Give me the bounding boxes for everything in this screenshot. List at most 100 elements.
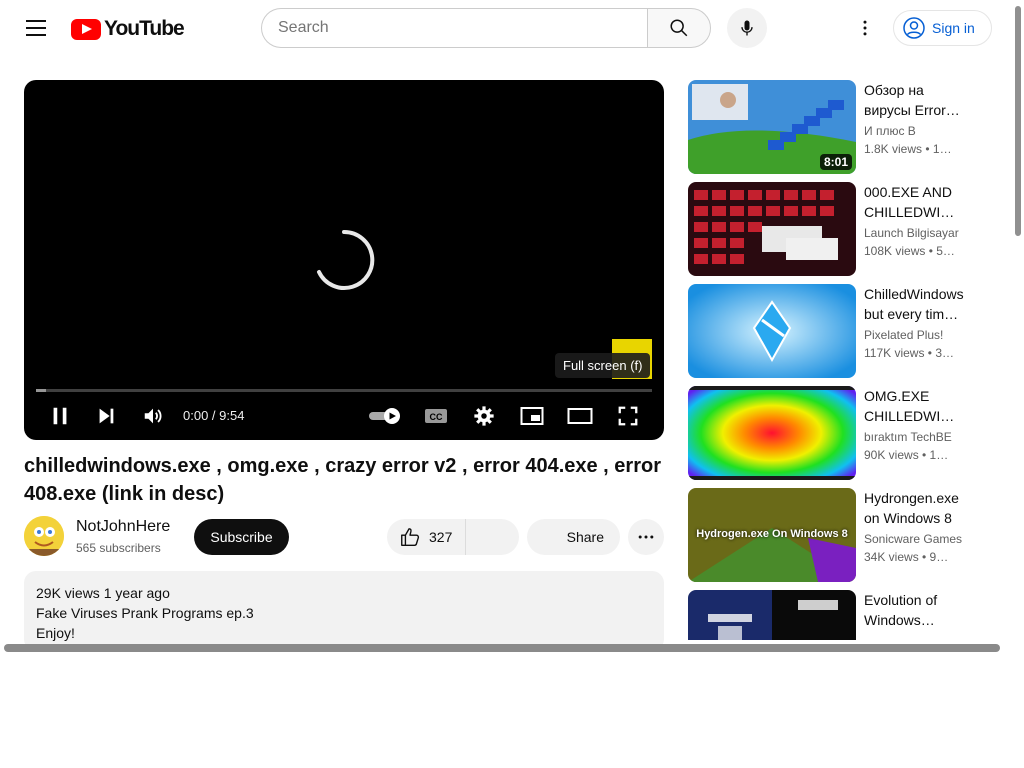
video-info: 000.EXE AND CHILLEDWI… Launch Bilgisayar… [864,182,968,260]
video-player[interactable]: Full screen (f) 0:00 / 9:54 CC [24,80,664,440]
account-icon [903,17,925,39]
sign-in-button[interactable]: Sign in [893,10,992,46]
description-box[interactable]: 29K views 1 year ago Fake Viruses Prank … [24,571,664,651]
video-thumbnail[interactable] [688,182,856,276]
search-button[interactable] [647,8,711,48]
video-thumbnail[interactable]: Hydrogen.exe On Windows 8 [688,488,856,582]
video-info: Evolution of Windows… [864,590,968,630]
dislike-button[interactable] [466,519,518,555]
search-icon [670,19,688,37]
autoplay-toggle[interactable] [366,400,404,432]
sign-in-label: Sign in [932,20,975,36]
recommended-channel-name[interactable]: Launch Bilgisayar [864,224,968,242]
closed-captions-icon: CC [425,409,447,423]
video-thumbnail[interactable]: 8:01 [688,80,856,174]
pause-button[interactable] [42,400,78,432]
gear-icon [474,406,494,426]
theater-mode-button[interactable] [562,400,598,432]
settings-button[interactable] [466,400,502,432]
video-thumbnail[interactable] [688,386,856,480]
fullscreen-icon [618,406,638,426]
menu-icon-bar [26,20,46,22]
mute-button[interactable] [135,400,171,432]
channel-name-link[interactable]: NotJohnHere [76,518,170,536]
logo-text: YouTube [104,17,185,40]
time-display: 0:00 / 9:54 [183,408,245,423]
player-controls: 0:00 / 9:54 CC [24,396,664,436]
recommended-video[interactable]: Evolution of Windows… [688,590,998,640]
like-count: 327 [429,529,453,545]
like-button[interactable]: 327 [387,519,466,555]
video-info: OMG.EXE CHILLEDWI… bıraktım TechBE 90K v… [864,386,968,464]
recommended-channel-name[interactable]: И плюс В [864,122,968,140]
volume-icon [144,408,162,424]
thumbnail-image [688,386,856,480]
menu-icon-bar [26,27,46,29]
video-title: chilledwindows.exe , omg.exe , crazy err… [24,455,661,505]
recommended-video-title[interactable]: Обзор на вирусы Error… [864,80,968,120]
skip-next-icon [99,408,114,424]
recommended-video[interactable]: ChilledWindows but every tim… Pixelated … [688,284,998,378]
share-label: Share [566,529,604,545]
recommended-video-stats: 90K views • 1… [864,448,949,462]
thumbnail-image [688,590,856,640]
subscribe-button[interactable]: Subscribe [194,519,289,555]
vertical-scrollbar-thumb[interactable] [1015,6,1021,236]
masthead: YouTube Sign in [0,0,1024,56]
loading-spinner [317,229,375,290]
fullscreen-tooltip: Full screen (f) [555,353,651,378]
recommended-channel-name[interactable]: bıraktım TechBE [864,428,968,446]
recommended-video-stats: 1.8K views • 1… [864,142,952,156]
recommended-video[interactable]: Hydrogen.exe On Windows 8 Hydrongen.exe … [688,488,998,582]
search-box [261,8,648,48]
more-actions-button[interactable] [628,519,664,555]
youtube-logo[interactable]: YouTube [71,17,185,41]
recommended-video[interactable]: 8:01 Обзор на вирусы Error… И плюс В 1.8… [688,80,998,174]
next-button[interactable] [88,400,124,432]
recommended-video[interactable]: 000.EXE AND CHILLEDWI… Launch Bilgisayar… [688,182,998,276]
miniplayer-icon [520,407,544,425]
svg-text:CC: CC [430,412,443,422]
miniplayer-button[interactable] [514,400,550,432]
recommended-channel-name[interactable]: Sonicware Games [864,530,968,548]
recommended-channel-name[interactable]: Pixelated Plus! [864,326,968,344]
recommended-video-stats: 108K views • 5… [864,244,955,258]
settings-more-button[interactable] [845,8,885,48]
like-dislike-group: 327 [387,519,519,555]
video-thumbnail[interactable] [688,590,856,640]
description-line: Fake Viruses Prank Programs ep.3 [36,605,254,621]
horizontal-scrollbar[interactable] [0,640,1012,656]
progress-bar[interactable] [36,389,652,392]
vertical-scrollbar[interactable] [1012,0,1024,640]
menu-button[interactable] [16,8,56,48]
video-thumbnail[interactable] [688,284,856,378]
horizontal-scrollbar-thumb[interactable] [4,644,1000,652]
subscriber-count: 565 subscribers [76,541,161,555]
microphone-icon [741,20,753,36]
fullscreen-button[interactable] [610,400,646,432]
thumbnail-image [688,284,856,378]
search-input[interactable] [278,19,648,37]
recommended-video-title[interactable]: Hydrongen.exe on Windows 8 [864,488,968,528]
pause-icon [53,407,67,425]
thumbnail-caption: Hydrogen.exe On Windows 8 [696,528,848,540]
video-duration: 8:01 [819,154,852,170]
channel-avatar[interactable] [24,516,64,556]
more-vertical-icon [863,20,867,36]
subtitles-button[interactable]: CC [418,400,454,432]
video-info: Обзор на вирусы Error… И плюс В 1.8K vie… [864,80,968,158]
view-count-date: 29K views 1 year ago [36,585,170,601]
recommended-video-title[interactable]: OMG.EXE CHILLEDWI… [864,386,968,426]
autoplay-toggle-icon [369,408,400,424]
thumbs-up-icon [401,528,420,546]
share-button[interactable]: Share [527,519,620,555]
voice-search-button[interactable] [727,8,767,48]
recommended-video[interactable]: OMG.EXE CHILLEDWI… bıraktım TechBE 90K v… [688,386,998,480]
recommended-video-stats: 117K views • 3… [864,346,955,360]
recommended-video-title[interactable]: 000.EXE AND CHILLEDWI… [864,182,968,222]
recommended-video-title[interactable]: ChilledWindows but every tim… [864,284,968,324]
recommended-video-stats: 34K views • 9… [864,550,949,564]
youtube-play-icon [71,18,101,40]
progress-bar-buffered [36,389,46,392]
recommended-video-title[interactable]: Evolution of Windows… [864,590,968,630]
